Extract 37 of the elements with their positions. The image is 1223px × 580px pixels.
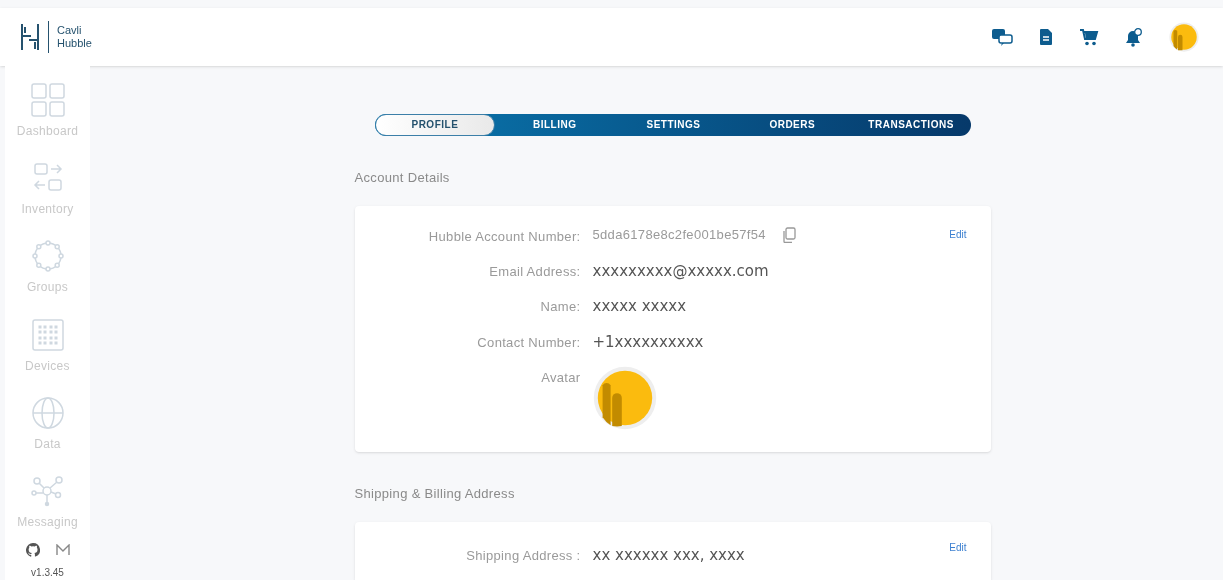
field-value: +1xxxxxxxxxx <box>592 331 704 353</box>
cart-icon[interactable] <box>1079 28 1099 46</box>
tab[interactable]: SETTINGS <box>614 114 733 136</box>
field-label: Shipping Address : <box>465 547 581 566</box>
bell-icon[interactable] <box>1125 27 1143 47</box>
grid-icon <box>29 82 66 118</box>
avatar-image <box>592 366 657 431</box>
field-label: Avatar <box>540 369 581 388</box>
chat-icon[interactable] <box>991 28 1013 46</box>
document-icon[interactable] <box>1039 28 1053 46</box>
copy-icon[interactable] <box>781 226 796 243</box>
version-label: v1.3.45 <box>31 566 64 580</box>
tab[interactable]: TRANSACTIONS <box>851 114 971 136</box>
keypad-icon <box>29 316 66 353</box>
field-label: Contact Number: <box>476 333 581 352</box>
field-label: Name: <box>539 298 581 317</box>
section-title: Account Details <box>354 168 451 187</box>
edit-link[interactable]: Edit <box>949 540 967 556</box>
field-label: Email Address: <box>488 262 581 281</box>
github-icon[interactable] <box>25 543 40 558</box>
section-title: Shipping & Billing Address <box>354 484 516 503</box>
tab[interactable]: ORDERS <box>732 114 852 136</box>
account-number: 5dda6178e8c2fe001be57f54 <box>592 226 766 245</box>
tab[interactable]: BILLING <box>495 114 615 136</box>
globe-icon <box>29 394 66 431</box>
brand-name: Cavli <box>57 24 83 37</box>
edit-link[interactable]: Edit <box>949 227 967 243</box>
mail-icon[interactable] <box>55 544 70 557</box>
brand-name: Hubble <box>57 37 92 50</box>
logo-icon <box>20 22 40 52</box>
field-value: xxxxx xxxxx <box>592 296 687 318</box>
field-value: xxxxxxxxx@xxxxx.com <box>592 260 769 282</box>
field-value: xx xxxxxx xxx, xxxx <box>592 545 745 567</box>
ring-icon <box>29 238 66 275</box>
field-label: Hubble Account Number: <box>427 228 581 247</box>
user-avatar <box>1169 22 1199 52</box>
tab[interactable]: PROFILE <box>374 114 496 136</box>
